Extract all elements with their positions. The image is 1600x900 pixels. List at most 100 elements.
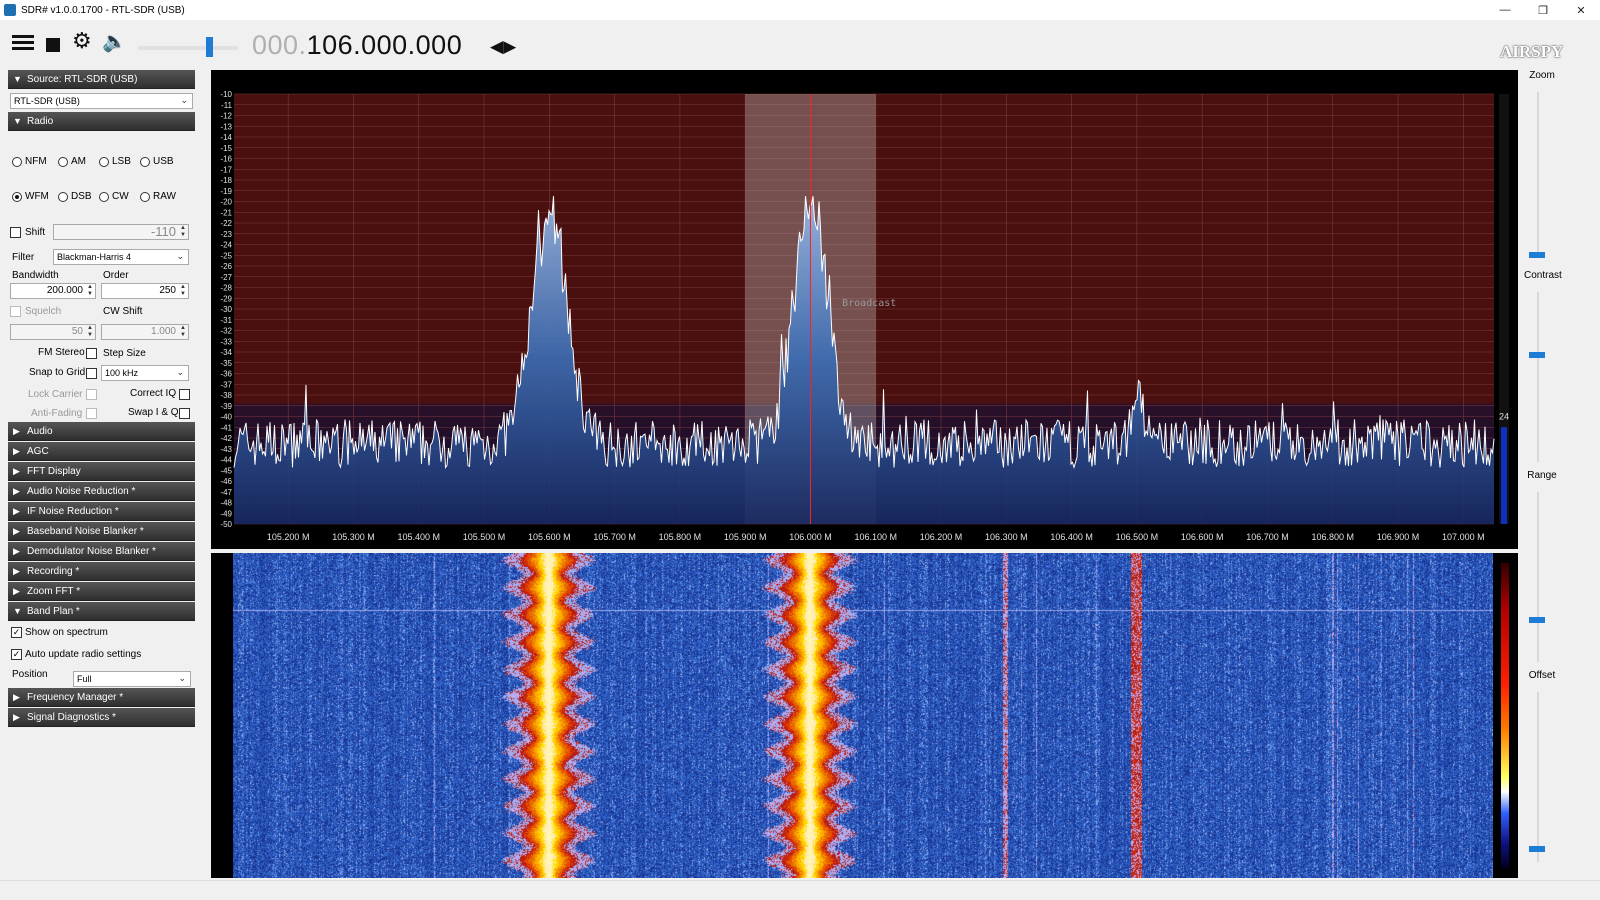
position-select[interactable]: Full ⌄	[73, 671, 191, 687]
section-label: Baseband Noise Blanker *	[27, 525, 144, 537]
y-tick-label: -14	[220, 133, 232, 142]
y-tick-label: -30	[220, 305, 232, 314]
radio-dot[interactable]	[58, 156, 68, 167]
expand-icon: ▶	[13, 525, 20, 536]
contrast-thumb[interactable]	[1529, 352, 1545, 358]
radio-dot[interactable]	[99, 191, 109, 202]
x-tick-label: 107.000 M	[1442, 532, 1485, 542]
auto-update-checkbox[interactable]: ✓	[11, 649, 22, 660]
spectrum-panel[interactable]: -10 -11 -12 -13 -14 -15 -16 -17 -18 -19 -20 -21 -22 -…	[211, 70, 1518, 549]
volume-slider[interactable]	[138, 37, 238, 57]
contrast-label: Contrast	[1524, 270, 1562, 281]
section-audio[interactable]: ▶ Audio	[8, 422, 195, 441]
brand-logo: AIRSPY	[1500, 42, 1564, 61]
radio-dot[interactable]	[140, 156, 150, 167]
x-tick-label: 106.600 M	[1181, 532, 1224, 542]
radio-dot[interactable]	[140, 191, 150, 202]
close-button[interactable]: ✕	[1562, 0, 1600, 20]
section-baseband-noise-blanker[interactable]: ▶ Baseband Noise Blanker *	[8, 522, 195, 541]
expand-icon: ▶	[13, 711, 20, 722]
section-frequency-manager[interactable]: ▶ Frequency Manager *	[8, 688, 195, 707]
swap-iq-checkbox[interactable]	[179, 408, 190, 419]
radio-dot[interactable]	[12, 191, 22, 202]
anti-fading-label: Anti-Fading	[31, 408, 83, 419]
filter-select[interactable]: Blackman-Harris 4 ⌄	[53, 249, 189, 265]
section-signal-diagnostics[interactable]: ▶ Signal Diagnostics *	[8, 708, 195, 727]
fm-stereo-checkbox[interactable]	[86, 348, 97, 359]
y-tick-label: -13	[220, 122, 232, 131]
section-zoom-fft[interactable]: ▶ Zoom FFT *	[8, 582, 195, 601]
section-radio[interactable]: ▼ Radio	[8, 112, 195, 131]
spinner-arrows-icon[interactable]: ▲ ▼	[87, 284, 93, 298]
section-recording[interactable]: ▶ Recording *	[8, 562, 195, 581]
minimize-button[interactable]: —	[1486, 0, 1524, 20]
spinner-arrows-icon[interactable]: ▲ ▼	[180, 325, 186, 339]
squelch-checkbox[interactable]	[10, 306, 21, 317]
section-audio-noise-reduction[interactable]: ▶ Audio Noise Reduction *	[8, 482, 195, 501]
zoom-thumb[interactable]	[1529, 252, 1545, 258]
frequency-display[interactable]: 000.106.000.000	[252, 30, 462, 61]
range-slider[interactable]	[1537, 492, 1539, 662]
band-label: Broadcast	[842, 298, 896, 309]
mode-radio-raw[interactable]: RAW	[140, 191, 176, 202]
offset-thumb[interactable]	[1529, 846, 1545, 852]
spinner-arrows-icon[interactable]: ▲ ▼	[180, 225, 186, 239]
mode-radio-nfm[interactable]: NFM	[12, 156, 47, 167]
shift-input[interactable]: -110 ▲ ▼	[53, 224, 189, 240]
x-tick-label: 105.200 M	[267, 532, 310, 542]
correct-iq-checkbox[interactable]	[179, 389, 190, 400]
radio-dot[interactable]	[99, 156, 109, 167]
spectrum-chart[interactable]: -10 -11 -12-13 -14 -15 -16-17 -18 -19 -20-21 -22 -…	[211, 70, 1518, 549]
x-tick-label: 105.800 M	[659, 532, 702, 542]
x-tick-label: 106.400 M	[1050, 532, 1093, 542]
y-tick-label: -42	[220, 434, 232, 443]
section-agc[interactable]: ▶ AGC	[8, 442, 195, 461]
mode-radio-lsb[interactable]: LSB	[99, 156, 131, 167]
tune-arrows-icon[interactable]: ◀▶	[490, 37, 516, 57]
mode-radio-cw[interactable]: CW	[99, 191, 129, 202]
radio-dot[interactable]	[12, 156, 22, 167]
stop-icon[interactable]	[46, 38, 60, 52]
step-size-select[interactable]: 100 kHz ⌄	[101, 365, 189, 381]
volume-thumb[interactable]	[206, 37, 213, 57]
x-tick-label: 106.000 M	[789, 532, 832, 542]
expand-icon: ▶	[13, 445, 20, 456]
gear-icon[interactable]: ⚙	[72, 30, 92, 52]
lock-carrier-checkbox[interactable]	[86, 389, 97, 400]
waterfall-display[interactable]	[233, 553, 1493, 878]
mode-radio-am[interactable]: AM	[58, 156, 86, 167]
device-select[interactable]: RTL-SDR (USB) ⌄	[10, 93, 193, 109]
chevron-down-icon: ⌄	[176, 251, 184, 261]
mode-radio-dsb[interactable]: DSB	[58, 191, 92, 202]
order-input[interactable]: 250 ▲ ▼	[101, 283, 189, 299]
squelch-input[interactable]: 50 ▲ ▼	[10, 324, 96, 340]
bandwidth-input[interactable]: 200.000 ▲ ▼	[10, 283, 96, 299]
range-thumb[interactable]	[1529, 617, 1545, 623]
mode-radio-usb[interactable]: USB	[140, 156, 174, 167]
restore-button[interactable]: ❐	[1524, 0, 1562, 20]
mode-radio-wfm[interactable]: WFM	[12, 191, 49, 202]
anti-fading-checkbox[interactable]	[86, 408, 97, 419]
spinner-arrows-icon[interactable]: ▲ ▼	[180, 284, 186, 298]
menu-icon[interactable]	[12, 35, 34, 53]
section-fft-display[interactable]: ▶ FFT Display	[8, 462, 195, 481]
waterfall-panel[interactable]	[211, 553, 1518, 878]
section-label: FFT Display	[27, 465, 81, 477]
fm-stereo-label: FM Stereo	[38, 347, 85, 358]
chevron-down-icon: ⌄	[180, 95, 188, 105]
title-bar: SDR# v1.0.0.1700 - RTL-SDR (USB) — ❐ ✕	[0, 0, 1600, 20]
shift-checkbox[interactable]	[10, 227, 21, 238]
section-band-plan[interactable]: ▼ Band Plan *	[8, 602, 195, 621]
section-source[interactable]: ▼ Source: RTL-SDR (USB)	[8, 70, 195, 89]
cw-shift-input[interactable]: 1.000 ▲ ▼	[101, 324, 189, 340]
section-if-noise-reduction[interactable]: ▶ IF Noise Reduction *	[8, 502, 195, 521]
offset-slider[interactable]	[1537, 692, 1539, 862]
speaker-icon[interactable]: 🔈	[102, 32, 127, 52]
zoom-slider[interactable]	[1537, 92, 1539, 252]
spinner-arrows-icon[interactable]: ▲ ▼	[87, 325, 93, 339]
contrast-slider[interactable]	[1537, 292, 1539, 462]
snap-to-grid-checkbox[interactable]	[86, 368, 97, 379]
radio-dot[interactable]	[58, 191, 68, 202]
section-demodulator-noise-blanker[interactable]: ▶ Demodulator Noise Blanker *	[8, 542, 195, 561]
show-on-spectrum-checkbox[interactable]: ✓	[11, 627, 22, 638]
